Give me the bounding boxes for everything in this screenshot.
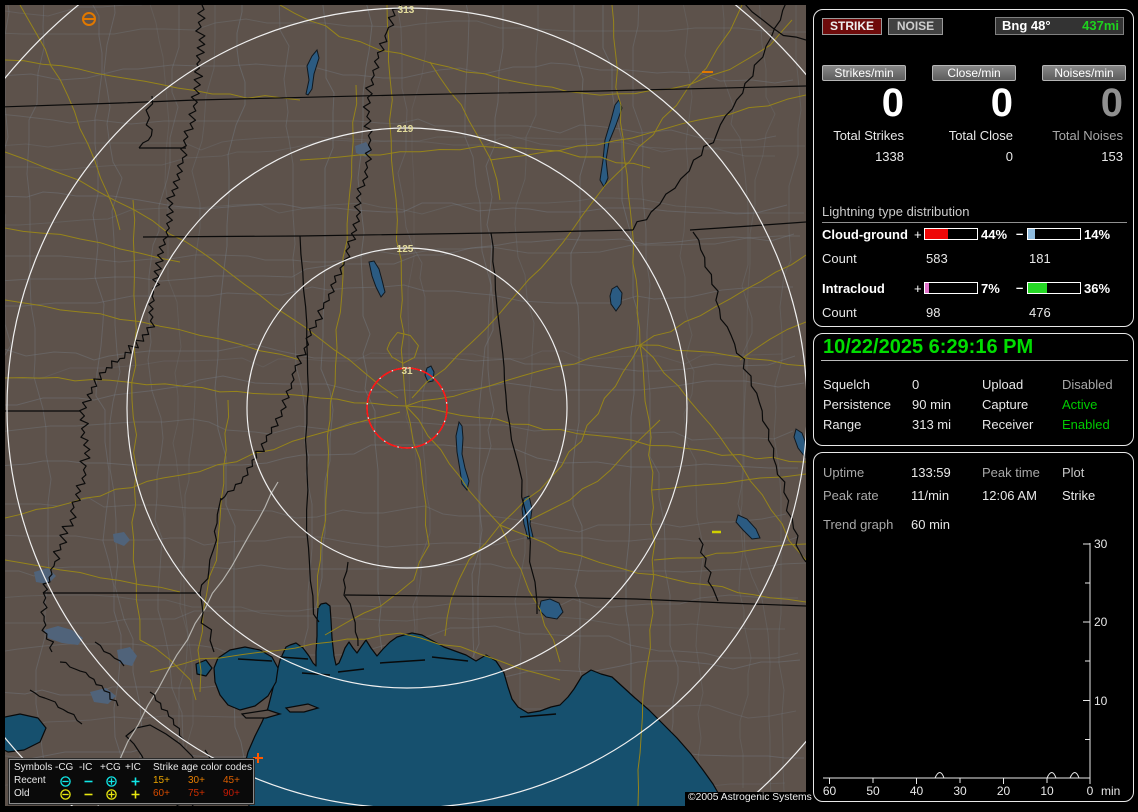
svg-text:50: 50 xyxy=(866,784,880,798)
svg-text:20: 20 xyxy=(1094,615,1108,629)
svg-text:125: 125 xyxy=(397,244,414,255)
svg-text:313: 313 xyxy=(398,5,415,16)
svg-text:31: 31 xyxy=(401,366,413,377)
svg-text:min: min xyxy=(1101,784,1120,798)
svg-text:10: 10 xyxy=(1094,694,1108,708)
svg-text:40: 40 xyxy=(910,784,924,798)
svg-text:20: 20 xyxy=(997,784,1011,798)
svg-text:219: 219 xyxy=(397,124,414,135)
svg-text:0: 0 xyxy=(1087,784,1094,798)
svg-text:30: 30 xyxy=(953,784,967,798)
svg-text:10: 10 xyxy=(1040,784,1054,798)
svg-text:60: 60 xyxy=(823,784,837,798)
svg-text:30: 30 xyxy=(1094,538,1108,551)
